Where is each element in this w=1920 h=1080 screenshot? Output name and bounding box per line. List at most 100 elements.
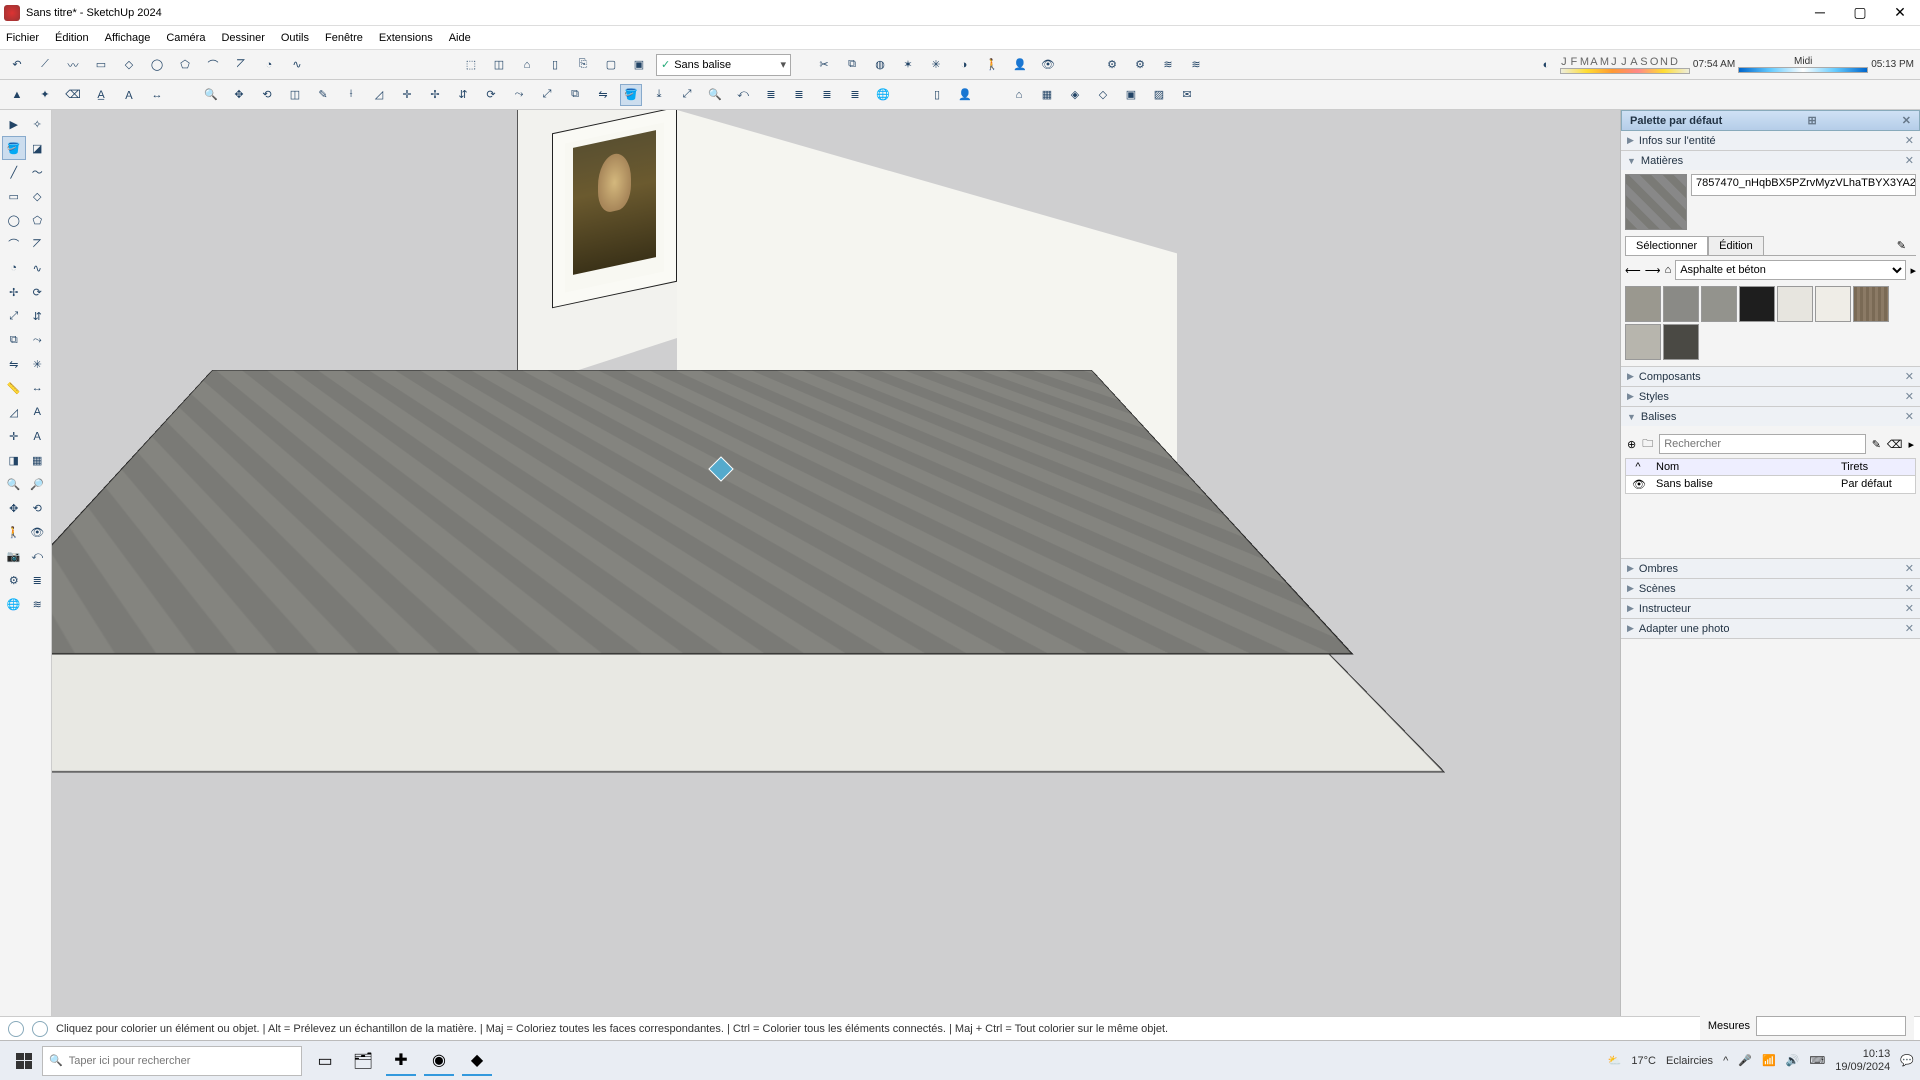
section-components-header[interactable]: ▶Composants✕ <box>1621 367 1920 386</box>
swatch-9[interactable] <box>1663 324 1699 360</box>
taskbar-search[interactable]: 🔍 Taper ici pour rechercher <box>42 1046 302 1076</box>
pie-icon[interactable]: ◔ <box>258 54 280 76</box>
section-fill-icon[interactable]: ◍ <box>869 54 891 76</box>
offset-tool-icon[interactable]: ⧉ <box>2 328 26 352</box>
section-tags-header[interactable]: ▼Balises✕ <box>1621 407 1920 426</box>
zoom-icon[interactable]: 🔍 <box>200 84 222 106</box>
minimize-button[interactable]: ─ <box>1808 4 1832 21</box>
paint-tool-icon[interactable]: 🪣 <box>2 136 26 160</box>
zoomwin-tool-icon[interactable]: 🔎 <box>26 472 50 496</box>
swatch-7[interactable] <box>1853 286 1889 322</box>
material-category-select[interactable]: Asphalte et béton <box>1675 260 1906 280</box>
home-icon[interactable]: ⌂ <box>1665 264 1672 276</box>
3dtext-tool-icon[interactable]: Ａ <box>26 424 50 448</box>
solid-intersect-icon[interactable]: ◫ <box>488 54 510 76</box>
mirror-tool-icon[interactable]: ⇋ <box>2 352 26 376</box>
tab-edit[interactable]: Édition <box>1708 236 1764 255</box>
col-dash[interactable]: Tirets <box>1835 459 1915 475</box>
3dtext-icon[interactable]: Ａ <box>118 84 140 106</box>
start-button[interactable] <box>6 1046 42 1076</box>
section-matchphoto-header[interactable]: ▶Adapter une photo✕ <box>1621 619 1920 638</box>
tab-select[interactable]: Sélectionner <box>1625 236 1708 255</box>
axes-icon[interactable]: ✛ <box>396 84 418 106</box>
style-tool-icon[interactable]: ⚙ <box>2 568 26 592</box>
menu-edit[interactable]: Édition <box>55 32 89 44</box>
close-icon[interactable]: ✕ <box>1905 370 1914 383</box>
eraser-icon[interactable]: ⌫ <box>62 84 84 106</box>
section-display-icon[interactable]: ⧉ <box>841 54 863 76</box>
visibility-icon[interactable]: 👁 <box>1626 476 1650 493</box>
position-tool-icon[interactable]: 📷 <box>2 544 26 568</box>
close-icon[interactable]: ✕ <box>1905 410 1914 423</box>
tag-detail-icon[interactable]: ▸ <box>1908 438 1914 451</box>
circle-icon[interactable]: ◯ <box>146 54 168 76</box>
axes-tool-icon[interactable]: ✛ <box>2 424 26 448</box>
tray-wifi-icon[interactable]: 📶 <box>1762 1054 1776 1067</box>
wh5-icon[interactable]: ▣ <box>1120 84 1142 106</box>
tray-mic-icon[interactable]: 🎤 <box>1738 1054 1752 1067</box>
section-tool-icon[interactable]: ◨ <box>2 448 26 472</box>
eraser-tool-icon[interactable]: ◪ <box>26 136 49 160</box>
fwd-arrow-icon[interactable]: ⟶ <box>1645 264 1661 277</box>
rect-icon[interactable]: ▭ <box>90 54 112 76</box>
info-icon[interactable] <box>32 1021 48 1037</box>
section-materials-header[interactable]: ▼Matières✕ <box>1621 151 1920 170</box>
text-icon[interactable]: A̲ <box>90 84 112 106</box>
rotate-tool-icon[interactable]: ⟳ <box>26 280 50 304</box>
chrome-icon[interactable]: ◉ <box>424 1046 454 1076</box>
layer2-icon[interactable]: ≣ <box>788 84 810 106</box>
move-icon[interactable]: ✢ <box>424 84 446 106</box>
erase2-icon[interactable]: ◫ <box>284 84 306 106</box>
lasso-tool-icon[interactable]: ✧ <box>26 112 50 136</box>
swatch-6[interactable] <box>1815 286 1851 322</box>
prot-tool-icon[interactable]: ◿ <box>2 400 26 424</box>
swatch-1[interactable] <box>1625 286 1661 322</box>
close-icon[interactable]: ✕ <box>1905 154 1914 167</box>
weather-icon[interactable]: ⛅ <box>1608 1054 1622 1067</box>
user-icon[interactable]: 👤 <box>954 84 976 106</box>
wh-icon[interactable]: ⌂ <box>1008 84 1030 106</box>
tray-clock[interactable]: 10:13 19/09/2024 <box>1835 1048 1890 1072</box>
style3-icon[interactable]: ≋ <box>1157 54 1179 76</box>
sketchup-icon[interactable]: ◆ <box>462 1046 492 1076</box>
arc2-icon[interactable]: ⦢ <box>230 54 252 76</box>
maximize-button[interactable]: ▢ <box>1848 4 1872 21</box>
prev-tool-icon[interactable]: ⤺ <box>26 544 50 568</box>
wh6-icon[interactable]: ▨ <box>1148 84 1170 106</box>
tag-row[interactable]: 👁 Sans balise Par défaut <box>1626 476 1915 493</box>
close-button[interactable]: ✕ <box>1888 4 1912 21</box>
close-icon[interactable]: ✕ <box>1905 134 1914 147</box>
mirror-icon[interactable]: ⇋ <box>592 84 614 106</box>
swatch-8[interactable] <box>1625 324 1661 360</box>
solid-trim-icon[interactable]: ▯ <box>544 54 566 76</box>
geo-icon[interactable]: 🌐 <box>872 84 894 106</box>
zoom-tool-icon[interactable]: 🔍 <box>2 472 26 496</box>
style4-icon[interactable]: ≋ <box>1185 54 1207 76</box>
orbit-icon[interactable]: ⟲ <box>256 84 278 106</box>
wh4-icon[interactable]: ◇ <box>1092 84 1114 106</box>
style2-icon[interactable]: ⚙ <box>1129 54 1151 76</box>
menu-window[interactable]: Fenêtre <box>325 32 363 44</box>
solid-shell-icon[interactable]: ▣ <box>628 54 650 76</box>
scale-icon[interactable]: ⤢ <box>536 84 558 106</box>
zoomwin-icon[interactable]: 🔍 <box>704 84 726 106</box>
section-entity-header[interactable]: ▶Infos sur l'entité✕ <box>1621 131 1920 150</box>
swatch-3[interactable] <box>1701 286 1737 322</box>
solid-outer-icon[interactable]: ▢ <box>600 54 622 76</box>
pushpull-icon[interactable]: ⇵ <box>452 84 474 106</box>
details-icon[interactable]: ▸ <box>1910 264 1916 277</box>
wh3-icon[interactable]: ◈ <box>1064 84 1086 106</box>
style1-icon[interactable]: ⚙ <box>1101 54 1123 76</box>
tray-lang-icon[interactable]: ⌨ <box>1809 1054 1825 1067</box>
solid-split-icon[interactable]: ⎘ <box>572 54 594 76</box>
menu-ext[interactable]: Extensions <box>379 32 433 44</box>
menu-tools[interactable]: Outils <box>281 32 309 44</box>
bez-tool-icon[interactable]: ∿ <box>26 256 50 280</box>
tape-icon[interactable]: ⟊ <box>340 84 362 106</box>
rotate-icon[interactable]: ⟳ <box>480 84 502 106</box>
rrect-tool-icon[interactable]: ◇ <box>26 184 50 208</box>
layer1-icon[interactable]: ≣ <box>760 84 782 106</box>
pan-icon[interactable]: ✥ <box>228 84 250 106</box>
xray-icon[interactable]: ✶ <box>897 54 919 76</box>
select-icon[interactable]: ▲ <box>6 84 28 106</box>
